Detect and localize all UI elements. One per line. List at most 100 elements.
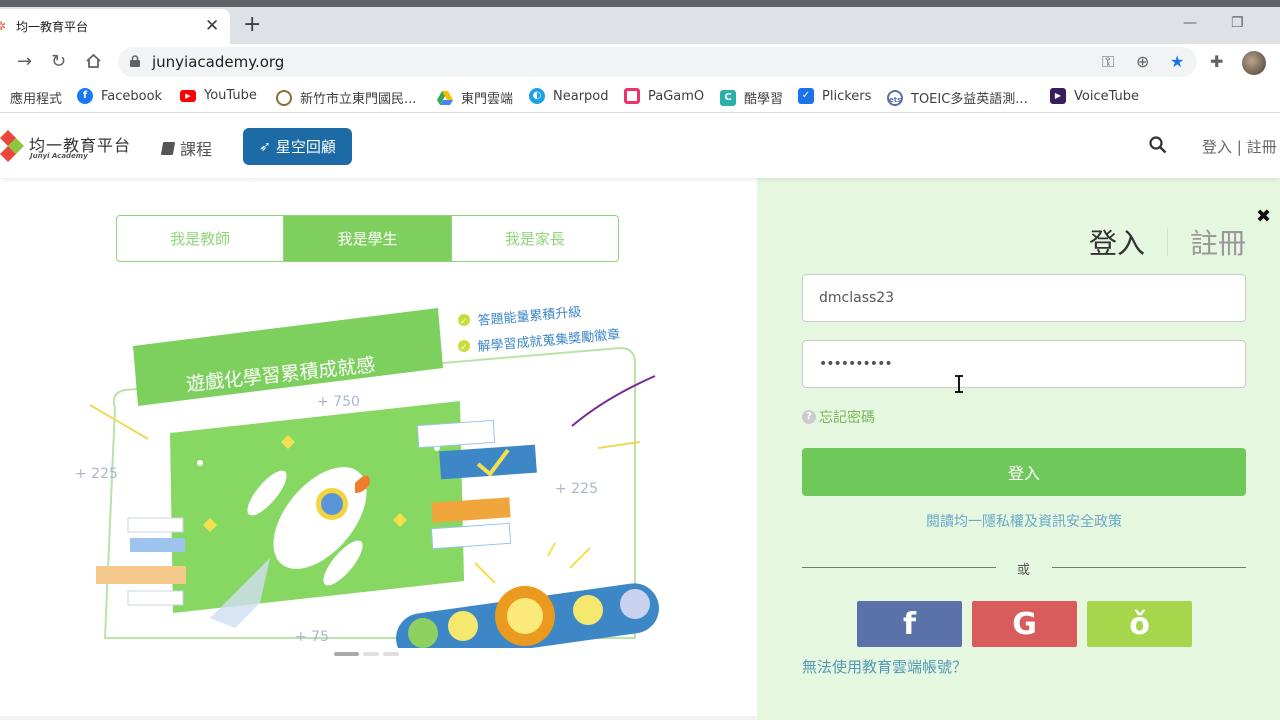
username-field[interactable]: dmclass23 xyxy=(802,274,1246,322)
points-label: + 225 xyxy=(555,481,598,497)
login-button[interactable]: 登入 xyxy=(802,448,1246,496)
kuxuexi-icon: C xyxy=(720,89,736,106)
forgot-password-link[interactable]: ? 忘記密碼 xyxy=(802,407,875,427)
cannot-use-account-link[interactable]: 無法使用教育雲端帳號？ xyxy=(802,656,967,677)
school-emblem-icon xyxy=(276,89,292,106)
bookmark-label: Nearpod xyxy=(553,88,609,104)
junyi-logo-icon[interactable] xyxy=(0,130,24,162)
browser-tab[interactable]: ✲ 均一教育平台 ✕ xyxy=(0,9,230,44)
bookmark-label: TOEIC多益英語測... xyxy=(911,92,1028,107)
logo-subtitle: Junyi Academy xyxy=(30,152,88,160)
window-top-strip xyxy=(0,0,1280,7)
tab-teacher[interactable]: 我是教師 xyxy=(117,216,285,261)
password-field[interactable]: •••••••••• xyxy=(802,340,1246,388)
lock-icon xyxy=(130,55,140,67)
search-icon[interactable] xyxy=(1149,136,1167,154)
bookmark-label: 應用程式 xyxy=(10,92,63,107)
courses-link[interactable]: 課程 xyxy=(160,136,213,160)
plickers-check-icon: ✓ xyxy=(798,88,814,104)
or-divider: 或 xyxy=(802,559,1246,578)
register-tab[interactable]: 註冊 xyxy=(1190,222,1246,262)
bookmark-star-icon[interactable]: ★ xyxy=(1170,52,1184,71)
voicetube-icon: ▶ xyxy=(1050,88,1066,104)
bookmark-apps[interactable]: 應用程式 xyxy=(0,88,62,107)
carousel-dot[interactable] xyxy=(363,652,379,656)
divider-line xyxy=(802,567,996,568)
bookmark-facebook[interactable]: f Facebook xyxy=(77,88,162,104)
facebook-icon: f xyxy=(77,88,93,104)
url-text: junyiacademy.org xyxy=(152,53,285,71)
restore-icon[interactable]: ❐ xyxy=(1231,15,1244,31)
starry-review-button[interactable]: ➶ 星空回顧 xyxy=(243,128,352,165)
page-bottom-strip xyxy=(0,716,757,720)
google-login-button[interactable]: G xyxy=(972,601,1077,647)
login-tab[interactable]: 登入 xyxy=(1089,222,1145,262)
minimize-icon[interactable]: — xyxy=(1183,15,1197,31)
role-tabs: 我是教師 我是學生 我是家長 xyxy=(116,215,619,262)
bookmark-label: Plickers xyxy=(822,88,872,104)
close-tab-icon[interactable]: ✕ xyxy=(205,16,219,36)
points-label: + 750 xyxy=(317,394,360,410)
forward-icon[interactable]: → xyxy=(17,50,32,74)
home-icon[interactable] xyxy=(85,53,102,69)
zoom-icon[interactable]: ⊕ xyxy=(1136,52,1149,71)
bookmark-label: 酷學習 xyxy=(744,92,784,107)
key-icon[interactable]: ⚿ xyxy=(1102,52,1114,72)
google-icon: G xyxy=(1012,606,1037,642)
bookmarks-bar: 應用程式 f Facebook ▶ YouTube 新竹市立東門國民... 東門… xyxy=(0,81,1280,113)
tab-parent[interactable]: 我是家長 xyxy=(452,216,618,261)
bookmark-pagamo[interactable]: PaGamO xyxy=(624,88,704,104)
youtube-icon: ▶ xyxy=(180,89,196,102)
profile-avatar[interactable] xyxy=(1242,51,1266,75)
browser-toolbar: → ↻ junyiacademy.org ⚿ ⊕ ★ ✚ xyxy=(0,44,1280,81)
bookmark-voicetube[interactable]: ▶ VoiceTube xyxy=(1050,88,1139,104)
bookmark-label: 新竹市立東門國民... xyxy=(300,92,417,107)
bookmark-school[interactable]: 新竹市立東門國民... xyxy=(276,88,416,107)
bookmark-plickers[interactable]: ✓ Plickers xyxy=(798,88,871,104)
education-cloud-login-button[interactable]: ǒ xyxy=(1087,601,1192,647)
facebook-login-button[interactable]: f xyxy=(857,601,962,647)
bookmark-youtube[interactable]: ▶ YouTube xyxy=(180,88,257,103)
intro-pane: 我是教師 我是學生 我是家長 遊戲化學習累積成就感 ✓ 答題能量累積升級 ✓ 解… xyxy=(0,178,757,720)
text-cursor-icon xyxy=(955,375,963,393)
tab-student[interactable]: 我是學生 xyxy=(284,216,452,261)
book-icon xyxy=(160,141,176,155)
tab-title: 均一教育平台 xyxy=(16,20,89,34)
or-text: 或 xyxy=(1017,563,1031,578)
bookmark-label: 東門雲端 xyxy=(461,92,514,107)
login-register-links[interactable]: 登入 | 註冊 xyxy=(1202,136,1277,157)
reload-icon[interactable]: ↻ xyxy=(51,50,66,74)
bookmark-drive[interactable]: 東門雲端 xyxy=(437,88,513,107)
toeic-icon: ets xyxy=(887,89,903,106)
courses-label: 課程 xyxy=(180,140,213,159)
hero-bullet-1: 答題能量累積升級 xyxy=(477,304,582,329)
bookmark-nearpod[interactable]: ◐ Nearpod xyxy=(529,88,609,104)
carousel-dot[interactable] xyxy=(383,652,399,656)
divider-line xyxy=(1052,567,1246,568)
nearpod-icon: ◐ xyxy=(529,88,545,104)
bookmark-kuxuexi[interactable]: C 酷學習 xyxy=(720,88,783,107)
bookmark-toeic[interactable]: ets TOEIC多益英語測... xyxy=(887,88,1028,107)
privacy-policy-link[interactable]: 閱讀均一隱私權及資訊安全政策 xyxy=(802,511,1246,531)
bookmark-label: YouTube xyxy=(204,88,257,103)
education-cloud-icon: ǒ xyxy=(1129,606,1150,642)
new-tab-icon[interactable]: + xyxy=(243,14,261,36)
extensions-icon[interactable]: ✚ xyxy=(1210,52,1223,71)
auth-tab-divider xyxy=(1167,228,1169,256)
bookmark-label: VoiceTube xyxy=(1074,88,1140,104)
login-panel: ✖ 登入 註冊 dmclass23 •••••••••• ? 忘記密碼 登入 閱… xyxy=(757,178,1280,720)
bookmark-label: PaGamO xyxy=(648,88,705,104)
address-bar[interactable]: junyiacademy.org ⚿ ⊕ ★ xyxy=(118,47,1197,77)
auth-tabs: 登入 註冊 xyxy=(1089,222,1246,262)
carousel-dots xyxy=(334,652,399,656)
close-icon[interactable]: ✖ xyxy=(1256,206,1271,227)
gamified-learning-illustration: 遊戲化學習累積成就感 ✓ 答題能量累積升級 ✓ 解學習成就蒐集獎勵徽章 + 75… xyxy=(75,304,659,648)
facebook-icon: f xyxy=(902,606,917,642)
site-header: 均一教育平台 Junyi Academy 課程 ➶ 星空回顧 登入 | 註冊 xyxy=(0,114,1280,178)
svg-text:✓: ✓ xyxy=(460,317,468,327)
tab-bar: ✲ 均一教育平台 ✕ + — ❐ xyxy=(0,7,1280,44)
bookmark-label: Facebook xyxy=(101,88,163,104)
pagamo-icon xyxy=(624,88,640,104)
carousel-dot[interactable] xyxy=(334,652,359,656)
points-label: + 225 xyxy=(75,466,118,482)
